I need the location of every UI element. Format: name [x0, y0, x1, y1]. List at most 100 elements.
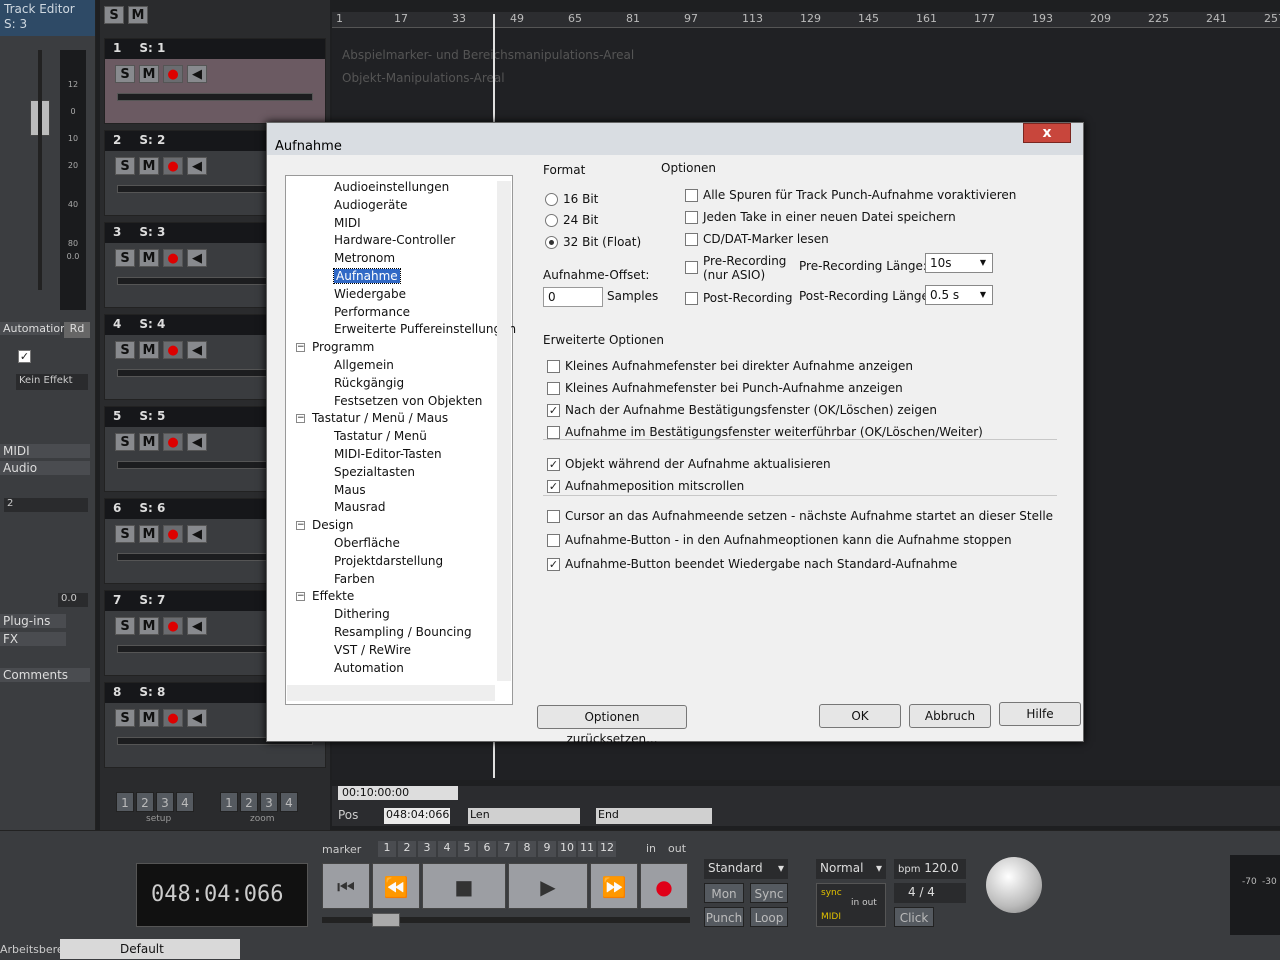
tree-item[interactable]: Metronom: [334, 251, 395, 265]
tree-item[interactable]: Mausrad: [334, 500, 385, 514]
solo-all-button[interactable]: S: [104, 6, 124, 24]
tree-item[interactable]: Effekte: [312, 589, 354, 603]
speaker-icon[interactable]: ◀: [187, 249, 207, 267]
tree-item[interactable]: Hardware-Controller: [334, 233, 455, 247]
cancel-button[interactable]: Abbruch: [909, 704, 991, 728]
tree-item[interactable]: Audiogeräte: [334, 198, 407, 212]
record-arm-icon[interactable]: ●: [163, 157, 183, 175]
tree-item[interactable]: Tastatur / Menü / Maus: [312, 411, 448, 425]
format-32bit-radio[interactable]: [545, 236, 558, 249]
mute-all-button[interactable]: M: [128, 6, 148, 24]
record-arm-icon[interactable]: ●: [163, 709, 183, 727]
time-counter[interactable]: 048:04:066: [136, 863, 308, 927]
tree-item[interactable]: Maus: [334, 483, 366, 497]
record-icon[interactable]: ●: [640, 863, 688, 909]
track-name[interactable]: S: 2: [139, 133, 165, 149]
advanced-option-checkbox[interactable]: [547, 360, 560, 373]
advanced-option-checkbox[interactable]: [547, 382, 560, 395]
track-name[interactable]: S: 6: [139, 501, 165, 517]
collapse-icon[interactable]: −: [296, 414, 305, 424]
timeline-ruler[interactable]: 1 17 33 49 65 81 97 113 129 145 161 177 193 209 225 241…: [332, 12, 1280, 28]
setup-4-button[interactable]: 4: [176, 792, 194, 812]
zoom-2-button[interactable]: 2: [240, 792, 258, 812]
automation-checkbox[interactable]: ✓: [18, 350, 31, 363]
setup-1-button[interactable]: 1: [116, 792, 134, 812]
tree-item[interactable]: Audioeinstellungen: [334, 180, 449, 194]
settings-tree[interactable]: Audioeinstellungen Audiogeräte MIDI Hardwar…: [285, 175, 516, 705]
mute-button[interactable]: M: [139, 617, 159, 635]
option-punch-checkbox[interactable]: [685, 189, 698, 202]
mute-button[interactable]: M: [139, 65, 159, 83]
record-arm-icon[interactable]: ●: [163, 525, 183, 543]
prerec-length-select[interactable]: 10s ▼: [925, 253, 993, 273]
loop-button[interactable]: Loop: [750, 907, 788, 927]
zoom-1-button[interactable]: 1: [220, 792, 238, 812]
channel-select[interactable]: 2: [4, 498, 88, 512]
tree-item[interactable]: Allgemein: [334, 358, 394, 372]
tree-item[interactable]: Wiedergabe: [334, 287, 406, 301]
solo-button[interactable]: S: [115, 433, 135, 451]
solo-button[interactable]: S: [115, 65, 135, 83]
mute-button[interactable]: M: [139, 433, 159, 451]
advanced-option-checkbox[interactable]: ✓: [547, 480, 560, 493]
record-arm-icon[interactable]: ●: [163, 433, 183, 451]
tree-item[interactable]: Festsetzen von Objekten: [334, 394, 482, 408]
solo-button[interactable]: S: [115, 249, 135, 267]
tree-item[interactable]: Erweiterte Puffereinstellungen: [334, 322, 516, 336]
zoom-4-button[interactable]: 4: [280, 792, 298, 812]
record-arm-icon[interactable]: ●: [163, 617, 183, 635]
tree-item[interactable]: Spezialtasten: [334, 465, 415, 479]
speaker-icon[interactable]: ◀: [187, 341, 207, 359]
record-mode-select[interactable]: Normal ▾: [816, 859, 886, 879]
mode-select[interactable]: Standard ▾: [704, 859, 788, 879]
bpm-field[interactable]: bpm 120.0: [894, 859, 966, 879]
speaker-icon[interactable]: ◀: [187, 525, 207, 543]
prerec-checkbox[interactable]: [685, 261, 698, 274]
workspace-select[interactable]: Default: [60, 939, 240, 959]
track-header[interactable]: 1 S: 1 S M ● ◀: [104, 38, 326, 124]
solo-button[interactable]: S: [115, 617, 135, 635]
automation-read-button[interactable]: Rd: [64, 322, 90, 338]
ok-button[interactable]: OK: [819, 704, 901, 728]
solo-button[interactable]: S: [115, 157, 135, 175]
collapse-icon[interactable]: −: [296, 592, 305, 602]
pos-value[interactable]: 048:04:066: [384, 808, 450, 824]
track-name[interactable]: S: 5: [139, 409, 165, 425]
stop-icon[interactable]: ■: [422, 863, 506, 909]
speaker-icon[interactable]: ◀: [187, 709, 207, 727]
tree-vertical-scrollbar[interactable]: [497, 181, 511, 681]
advanced-option-checkbox[interactable]: [547, 534, 560, 547]
advanced-option-checkbox[interactable]: ✓: [547, 558, 560, 571]
click-button[interactable]: Click: [894, 907, 934, 927]
collapse-icon[interactable]: −: [296, 521, 305, 531]
play-icon[interactable]: ▶: [508, 863, 588, 909]
advanced-option-checkbox[interactable]: ✓: [547, 404, 560, 417]
format-24bit-radio[interactable]: [545, 214, 558, 227]
tree-item[interactable]: Oberfläche: [334, 536, 400, 550]
sync-midi-box[interactable]: sync in out MIDI: [816, 883, 886, 927]
advanced-option-checkbox[interactable]: ✓: [547, 458, 560, 471]
fast-forward-icon[interactable]: ⏩: [590, 863, 638, 909]
collapse-icon[interactable]: −: [296, 343, 305, 353]
speaker-icon[interactable]: ◀: [187, 617, 207, 635]
close-icon[interactable]: x: [1023, 123, 1071, 143]
tree-item[interactable]: Performance: [334, 305, 410, 319]
track-name[interactable]: S: 3: [139, 225, 165, 241]
format-16bit-radio[interactable]: [545, 193, 558, 206]
tree-item[interactable]: VST / ReWire: [334, 643, 411, 657]
rewind-icon[interactable]: ⏪: [372, 863, 420, 909]
reset-options-button[interactable]: Optionen zurücksetzen...: [537, 705, 687, 746]
tree-item[interactable]: MIDI-Editor-Tasten: [334, 447, 442, 461]
punch-button[interactable]: Punch: [704, 907, 744, 927]
setup-2-button[interactable]: 2: [136, 792, 154, 812]
mon-button[interactable]: Mon: [704, 883, 744, 903]
advanced-option-checkbox[interactable]: [547, 510, 560, 523]
sync-button[interactable]: Sync: [750, 883, 788, 903]
mute-button[interactable]: M: [139, 525, 159, 543]
postrec-checkbox[interactable]: [685, 292, 698, 305]
speaker-icon[interactable]: ◀: [187, 157, 207, 175]
tree-horizontal-scrollbar[interactable]: [287, 685, 495, 701]
mute-button[interactable]: M: [139, 249, 159, 267]
mute-button[interactable]: M: [139, 157, 159, 175]
speaker-icon[interactable]: ◀: [187, 65, 207, 83]
